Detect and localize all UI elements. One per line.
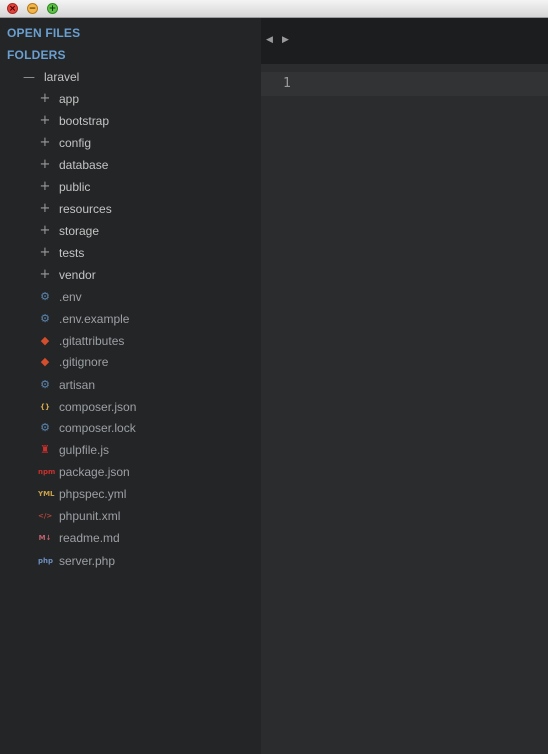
folder-root-laravel[interactable]: — laravel — [0, 66, 261, 88]
folder-label: vendor — [59, 268, 96, 282]
tab-bar: ◀ ▶ — [261, 18, 548, 64]
expand-icon[interactable]: + — [38, 110, 52, 132]
expand-icon[interactable]: + — [38, 176, 52, 198]
title-bar: × − + — [0, 0, 548, 18]
file-item-artisan[interactable]: ⚙ artisan — [0, 374, 261, 396]
folder-label: laravel — [44, 70, 80, 84]
folder-item-tests[interactable]: + tests — [0, 242, 261, 264]
git-icon: ◆ — [40, 355, 50, 368]
file-item-readme[interactable]: M↓ readme.md — [0, 527, 261, 549]
folders-header[interactable]: FOLDERS — [7, 48, 66, 62]
file-label: phpunit.xml — [59, 509, 121, 523]
file-label: .gitattributes — [59, 334, 125, 348]
folder-label: bootstrap — [59, 114, 110, 128]
file-label: artisan — [59, 378, 96, 392]
collapse-icon[interactable]: — — [22, 66, 36, 88]
file-label: composer.json — [59, 400, 137, 414]
expand-icon[interactable]: + — [38, 264, 52, 286]
file-item-gitattributes[interactable]: ◆ .gitattributes — [0, 330, 261, 352]
php-icon: php — [38, 557, 54, 565]
maximize-window-button[interactable]: + — [47, 3, 58, 14]
open-files-header[interactable]: OPEN FILES — [7, 26, 80, 40]
expand-icon[interactable]: + — [38, 242, 52, 264]
gear-icon: ⚙ — [40, 312, 50, 325]
file-label: .env — [59, 290, 82, 304]
folder-item-bootstrap[interactable]: + bootstrap — [0, 110, 261, 132]
sidebar: OPEN FILES FOLDERS — laravel + app + boo… — [0, 18, 261, 754]
minimize-icon: − — [28, 4, 37, 14]
folder-label: app — [59, 92, 80, 106]
close-window-button[interactable]: × — [7, 3, 18, 14]
file-item-phpunit[interactable]: </> phpunit.xml — [0, 505, 261, 527]
folder-label: config — [59, 136, 92, 150]
file-label: package.json — [59, 465, 130, 479]
gear-icon: ⚙ — [40, 378, 50, 391]
code-editor[interactable]: 1 — [261, 64, 548, 754]
markdown-icon: M↓ — [38, 534, 52, 542]
file-label: server.php — [59, 554, 116, 568]
close-icon: × — [8, 4, 17, 14]
folder-item-public[interactable]: + public — [0, 176, 261, 198]
folder-label: public — [59, 180, 91, 194]
file-label: readme.md — [59, 531, 120, 545]
folder-label: storage — [59, 224, 100, 238]
folder-item-resources[interactable]: + resources — [0, 198, 261, 220]
active-line-highlight — [261, 72, 548, 96]
file-label: gulpfile.js — [59, 443, 110, 457]
folder-item-app[interactable]: + app — [0, 88, 261, 110]
yml-icon: YML — [38, 490, 55, 498]
folder-item-database[interactable]: + database — [0, 154, 261, 176]
code-icon: </> — [38, 512, 53, 520]
folder-label: tests — [59, 246, 85, 260]
file-label: composer.lock — [59, 421, 136, 435]
file-item-phpspec[interactable]: YML phpspec.yml — [0, 483, 261, 505]
gulp-icon: ♜ — [40, 443, 50, 456]
expand-icon[interactable]: + — [38, 220, 52, 242]
gear-icon: ⚙ — [40, 290, 50, 303]
maximize-icon: + — [48, 4, 57, 14]
file-item-package-json[interactable]: npm package.json — [0, 461, 261, 483]
nav-back-icon[interactable]: ◀ — [266, 35, 273, 45]
file-item-env-example[interactable]: ⚙ .env.example — [0, 308, 261, 330]
file-item-gitignore[interactable]: ◆ .gitignore — [0, 351, 261, 373]
gear-icon: ⚙ — [40, 421, 50, 434]
expand-icon[interactable]: + — [38, 88, 52, 110]
expand-icon[interactable]: + — [38, 132, 52, 154]
file-item-composer-lock[interactable]: ⚙ composer.lock — [0, 417, 261, 439]
braces-icon: {} — [40, 403, 50, 411]
git-icon: ◆ — [40, 334, 50, 347]
editor-window: × − + OPEN FILES FOLDERS — laravel + app… — [0, 0, 548, 754]
folder-item-storage[interactable]: + storage — [0, 220, 261, 242]
folder-item-config[interactable]: + config — [0, 132, 261, 154]
file-item-composer-json[interactable]: {} composer.json — [0, 396, 261, 418]
folder-item-vendor[interactable]: + vendor — [0, 264, 261, 286]
line-number: 1 — [283, 76, 291, 91]
minimize-window-button[interactable]: − — [27, 3, 38, 14]
folder-label: database — [59, 158, 109, 172]
file-item-gulpfile[interactable]: ♜ gulpfile.js — [0, 439, 261, 461]
nav-forward-icon[interactable]: ▶ — [282, 35, 289, 45]
file-label: .env.example — [59, 312, 130, 326]
expand-icon[interactable]: + — [38, 154, 52, 176]
file-item-env[interactable]: ⚙ .env — [0, 286, 261, 308]
folder-label: resources — [59, 202, 112, 216]
npm-icon: npm — [38, 468, 56, 476]
file-label: .gitignore — [59, 355, 109, 369]
file-label: phpspec.yml — [59, 487, 127, 501]
file-item-server-php[interactable]: php server.php — [0, 550, 261, 572]
expand-icon[interactable]: + — [38, 198, 52, 220]
